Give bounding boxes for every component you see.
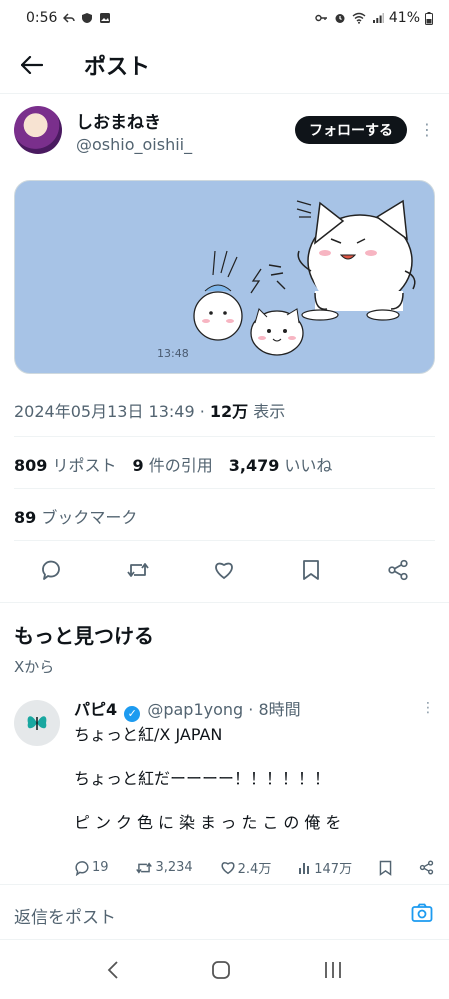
battery-icon [425,11,433,25]
post-author: しおまねき @oshio_oishii_ フォローする ⋮ [14,106,435,164]
nav-recents-icon[interactable] [323,960,343,980]
author-handle[interactable]: @oshio_oishii_ [76,135,192,154]
divider [14,436,435,437]
back-arrow-icon [21,55,43,74]
nav-back-icon[interactable] [106,960,120,980]
follow-button[interactable]: フォローする [295,116,407,144]
bookmark-icon [379,860,392,876]
recommended-time: · 8時間 [243,700,301,719]
page-title: ポスト [84,54,151,80]
reply-notification-icon [63,13,76,23]
top-bar: ポスト [0,36,449,94]
signal-icon [372,13,384,23]
author-display-name[interactable]: しおまねき [76,108,192,133]
likes-label: いいね [279,456,333,475]
analytics-icon [299,862,310,874]
reposts-label: リポスト [47,456,117,475]
status-time: 0:56 [26,10,58,26]
recommended-more-icon[interactable]: ⋮ [421,700,435,716]
recommended-line: ピンク色に染まったこの俺を [74,813,347,832]
more-options-icon[interactable]: ⋮ [419,120,435,139]
reply-composer[interactable]: 返信をポスト [0,884,449,940]
likes-stat[interactable]: 3,479 いいね [229,452,333,476]
key-icon [315,14,327,22]
repost-count: 809 [14,456,48,475]
recommended-line: ちょっと紅/X JAPAN [74,725,223,744]
back-button[interactable] [0,36,64,94]
quotes-stat[interactable]: 9 件の引用 [133,452,213,476]
recommended-views-button[interactable]: 147万 [298,858,352,877]
wifi-icon [352,12,366,24]
quote-count: 9 [132,456,144,475]
bookmark-count: 89 [14,508,37,527]
verified-badge-icon: ✓ [124,706,141,722]
quotes-label: 件の引用 [143,456,213,475]
author-avatar[interactable] [14,106,62,154]
share-icon [388,559,408,581]
recommended-like-button[interactable]: 2.4万 [220,858,272,877]
heart-icon [221,862,235,875]
post-datetime[interactable]: 2024年05月13日 13:49 [14,402,195,421]
recommended-repost-button[interactable]: 3,234 [135,860,193,876]
recommended-line: ちょっと紅だーーーー！！！！！！ [74,769,331,788]
recommended-like-count: 2.4万 [237,862,272,877]
alarm-icon [335,14,345,23]
views-label: 表示 [248,402,286,421]
camera-icon[interactable] [411,903,433,923]
post-image[interactable]: 13:48 [14,180,435,374]
discover-heading: もっと見つける [14,624,154,648]
bookmarks-label: ブックマーク [36,508,138,527]
system-nav-bar [0,940,449,999]
post-stats: 809 リポスト 9 件の引用 3,479 いいね [14,452,332,476]
shield-icon [82,13,93,23]
gallery-icon [100,13,111,23]
post-meta: 2024年05月13日 13:49 · 12万 表示 [14,398,285,422]
butterfly-icon [27,716,47,730]
like-button[interactable] [212,558,236,582]
meta-separator: · [194,402,210,421]
status-bar: 0:56 41% [0,0,449,36]
share-button[interactable] [386,558,410,582]
recommended-name[interactable]: パピ4 [74,700,117,719]
repost-icon [127,563,149,577]
reply-button[interactable] [39,558,63,582]
recommended-reply-count: 19 [92,860,109,875]
divider [14,540,435,541]
heart-icon [215,562,234,580]
battery-percent: 41% [388,10,420,26]
discover-source: Xから [14,658,55,676]
divider [14,488,435,489]
reply-icon [42,560,61,580]
recommended-view-count: 147万 [314,862,353,877]
repost-icon [136,861,153,874]
recommended-reply-button[interactable]: 19 [74,860,109,876]
bookmarks-stat[interactable]: 89 ブックマーク [14,504,137,528]
recommended-actions: 19 3,234 2.4万 147万 [74,858,434,877]
post-actions [0,548,449,592]
view-count: 12万 [209,402,249,421]
recommended-header: パピ4 ✓ @pap1yong · 8時間 [74,696,301,722]
repost-button[interactable] [126,558,150,582]
divider [0,602,449,603]
recommended-bookmark-button[interactable] [379,860,392,876]
recommended-repost-count: 3,234 [155,860,193,875]
reply-icon [75,860,89,876]
recommended-handle[interactable]: @pap1yong [147,700,243,719]
recommended-text: ちょっと紅/X JAPAN ちょっと紅だーーーー！！！！！！ ピンク色に染まった… [74,724,430,856]
recommended-share-button[interactable] [419,860,434,875]
share-icon [419,860,434,875]
like-count: 3,479 [228,456,280,475]
recommended-avatar[interactable] [14,700,60,746]
bookmark-button[interactable] [299,558,323,582]
bookmark-icon [303,560,319,580]
reply-input[interactable]: 返信をポスト [14,903,116,928]
illustration-characters [193,199,416,356]
nav-home-icon[interactable] [211,960,231,980]
image-timestamp: 13:48 [157,347,189,360]
reposts-stat[interactable]: 809 リポスト [14,452,117,476]
